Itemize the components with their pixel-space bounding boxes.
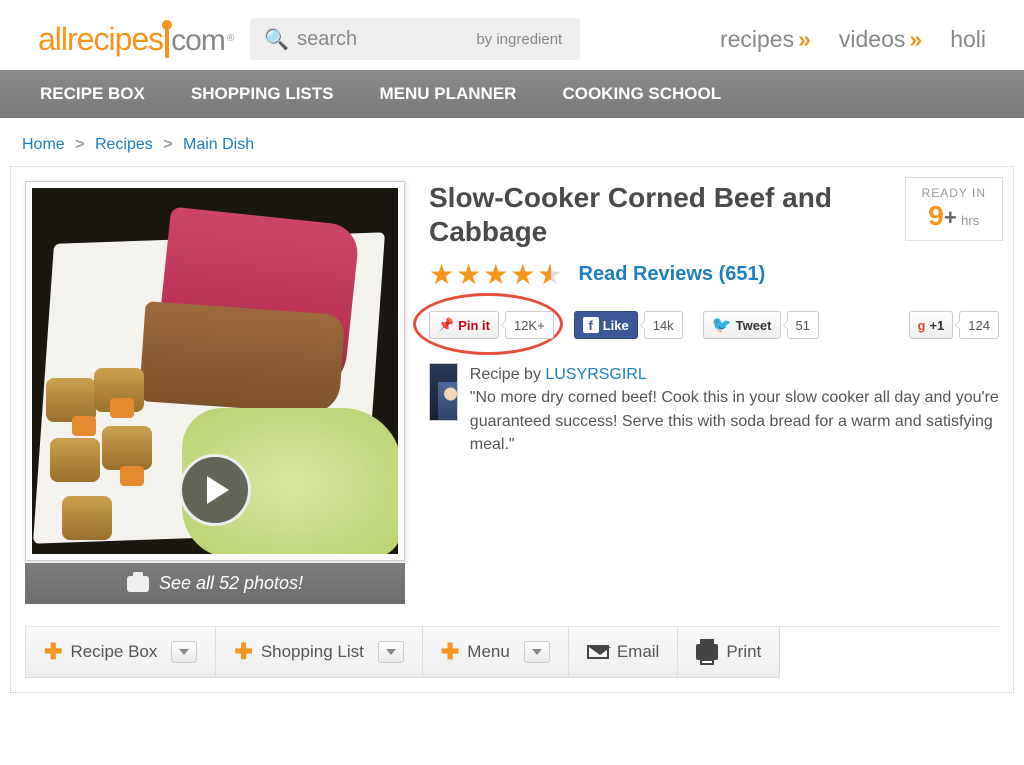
chevron-icon: »: [798, 26, 811, 53]
email-button[interactable]: Email: [569, 627, 679, 678]
facebook-like-button[interactable]: fLike 14k: [574, 311, 683, 339]
gplus-icon: g: [918, 318, 926, 333]
site-header: allrecipes com ® 🔍 search by ingredient …: [0, 0, 1024, 70]
logo-text-2: com: [171, 24, 225, 58]
nav-videos[interactable]: videos»: [839, 26, 922, 53]
ready-in-unit: hrs: [961, 213, 979, 228]
twitter-icon: 🐦: [712, 315, 732, 335]
search-icon: 🔍: [264, 27, 289, 52]
print-icon: [696, 644, 718, 660]
chevron-icon: »: [909, 26, 922, 53]
nav-recipes[interactable]: recipes»: [720, 26, 811, 53]
search-box[interactable]: 🔍 search by ingredient: [250, 18, 580, 60]
recipe-description: "No more dry corned beef! Cook this in y…: [470, 386, 999, 456]
search-placeholder: search: [297, 28, 357, 51]
camera-icon: [127, 576, 149, 592]
pinterest-count: 12K+: [505, 311, 554, 339]
nav-cooking-school[interactable]: COOKING SCHOOL: [562, 84, 721, 104]
crumb-home[interactable]: Home: [22, 136, 65, 153]
star-rating: ★★★★★: [429, 258, 565, 291]
crumb-recipes[interactable]: Recipes: [95, 136, 153, 153]
search-mode[interactable]: by ingredient: [458, 31, 580, 48]
plus-icon: ✚: [441, 639, 459, 665]
gplus-count: 124: [959, 311, 999, 339]
ready-in-box: READY IN 9+ hrs: [905, 177, 1003, 241]
ready-in-value: 9: [928, 200, 944, 231]
top-nav: recipes» videos» holi: [720, 26, 986, 53]
nav-menu-planner[interactable]: MENU PLANNER: [380, 84, 517, 104]
add-recipe-box-button[interactable]: ✚Recipe Box: [25, 627, 216, 678]
add-menu-button[interactable]: ✚Menu: [423, 627, 569, 678]
social-buttons: 📌Pin it 12K+ fLike 14k 🐦Tweet 51 g+1 124: [429, 311, 999, 339]
print-button[interactable]: Print: [678, 627, 780, 678]
nav-holidays[interactable]: holi: [950, 26, 986, 53]
pinterest-button[interactable]: 📌Pin it 12K+: [429, 311, 554, 339]
tweet-button[interactable]: 🐦Tweet 51: [703, 311, 819, 339]
dropdown-icon[interactable]: [171, 641, 197, 663]
site-logo[interactable]: allrecipes com ®: [38, 21, 232, 58]
gplus-button[interactable]: g+1 124: [909, 311, 999, 339]
facebook-icon: f: [583, 317, 599, 333]
crumb-separator: >: [69, 136, 90, 153]
logo-trademark: ®: [227, 33, 234, 44]
details-column: READY IN 9+ hrs Slow-Cooker Corned Beef …: [429, 181, 999, 604]
plus-icon: ✚: [44, 639, 62, 665]
author-box: Recipe by LUSYRSGIRL "No more dry corned…: [429, 363, 999, 456]
action-bar: ✚Recipe Box ✚Shopping List ✚Menu Email P…: [25, 626, 999, 678]
secondary-nav: RECIPE BOX SHOPPING LISTS MENU PLANNER C…: [0, 70, 1024, 118]
nav-shopping-lists[interactable]: SHOPPING LISTS: [191, 84, 334, 104]
author-link[interactable]: LUSYRSGIRL: [545, 366, 646, 383]
see-all-photos-link[interactable]: See all 52 photos!: [25, 563, 405, 604]
crumb-separator: >: [157, 136, 178, 153]
pinterest-icon: 📌: [438, 317, 454, 333]
tweet-count: 51: [787, 311, 819, 339]
see-all-photos-label: See all 52 photos!: [159, 573, 303, 594]
play-video-button[interactable]: [179, 454, 251, 526]
add-shopping-list-button[interactable]: ✚Shopping List: [216, 627, 422, 678]
author-avatar[interactable]: [429, 363, 458, 421]
logo-text-1: allrecipes: [38, 21, 163, 58]
breadcrumb: Home > Recipes > Main Dish: [0, 118, 1024, 166]
dropdown-icon[interactable]: [524, 641, 550, 663]
logo-spoon-icon: [165, 28, 169, 58]
photo-column: See all 52 photos!: [25, 181, 405, 604]
facebook-count: 14k: [644, 311, 683, 339]
recipe-photo[interactable]: [25, 181, 405, 561]
crumb-main-dish[interactable]: Main Dish: [183, 136, 254, 153]
read-reviews-link[interactable]: Read Reviews (651): [579, 263, 766, 286]
plus-icon: ✚: [234, 639, 252, 665]
recipe-main: See all 52 photos! READY IN 9+ hrs Slow-…: [10, 166, 1014, 693]
dropdown-icon[interactable]: [378, 641, 404, 663]
nav-recipe-box[interactable]: RECIPE BOX: [40, 84, 145, 104]
recipe-byline: Recipe by LUSYRSGIRL: [470, 363, 999, 386]
ready-in-label: READY IN: [922, 186, 986, 200]
email-icon: [587, 645, 609, 659]
